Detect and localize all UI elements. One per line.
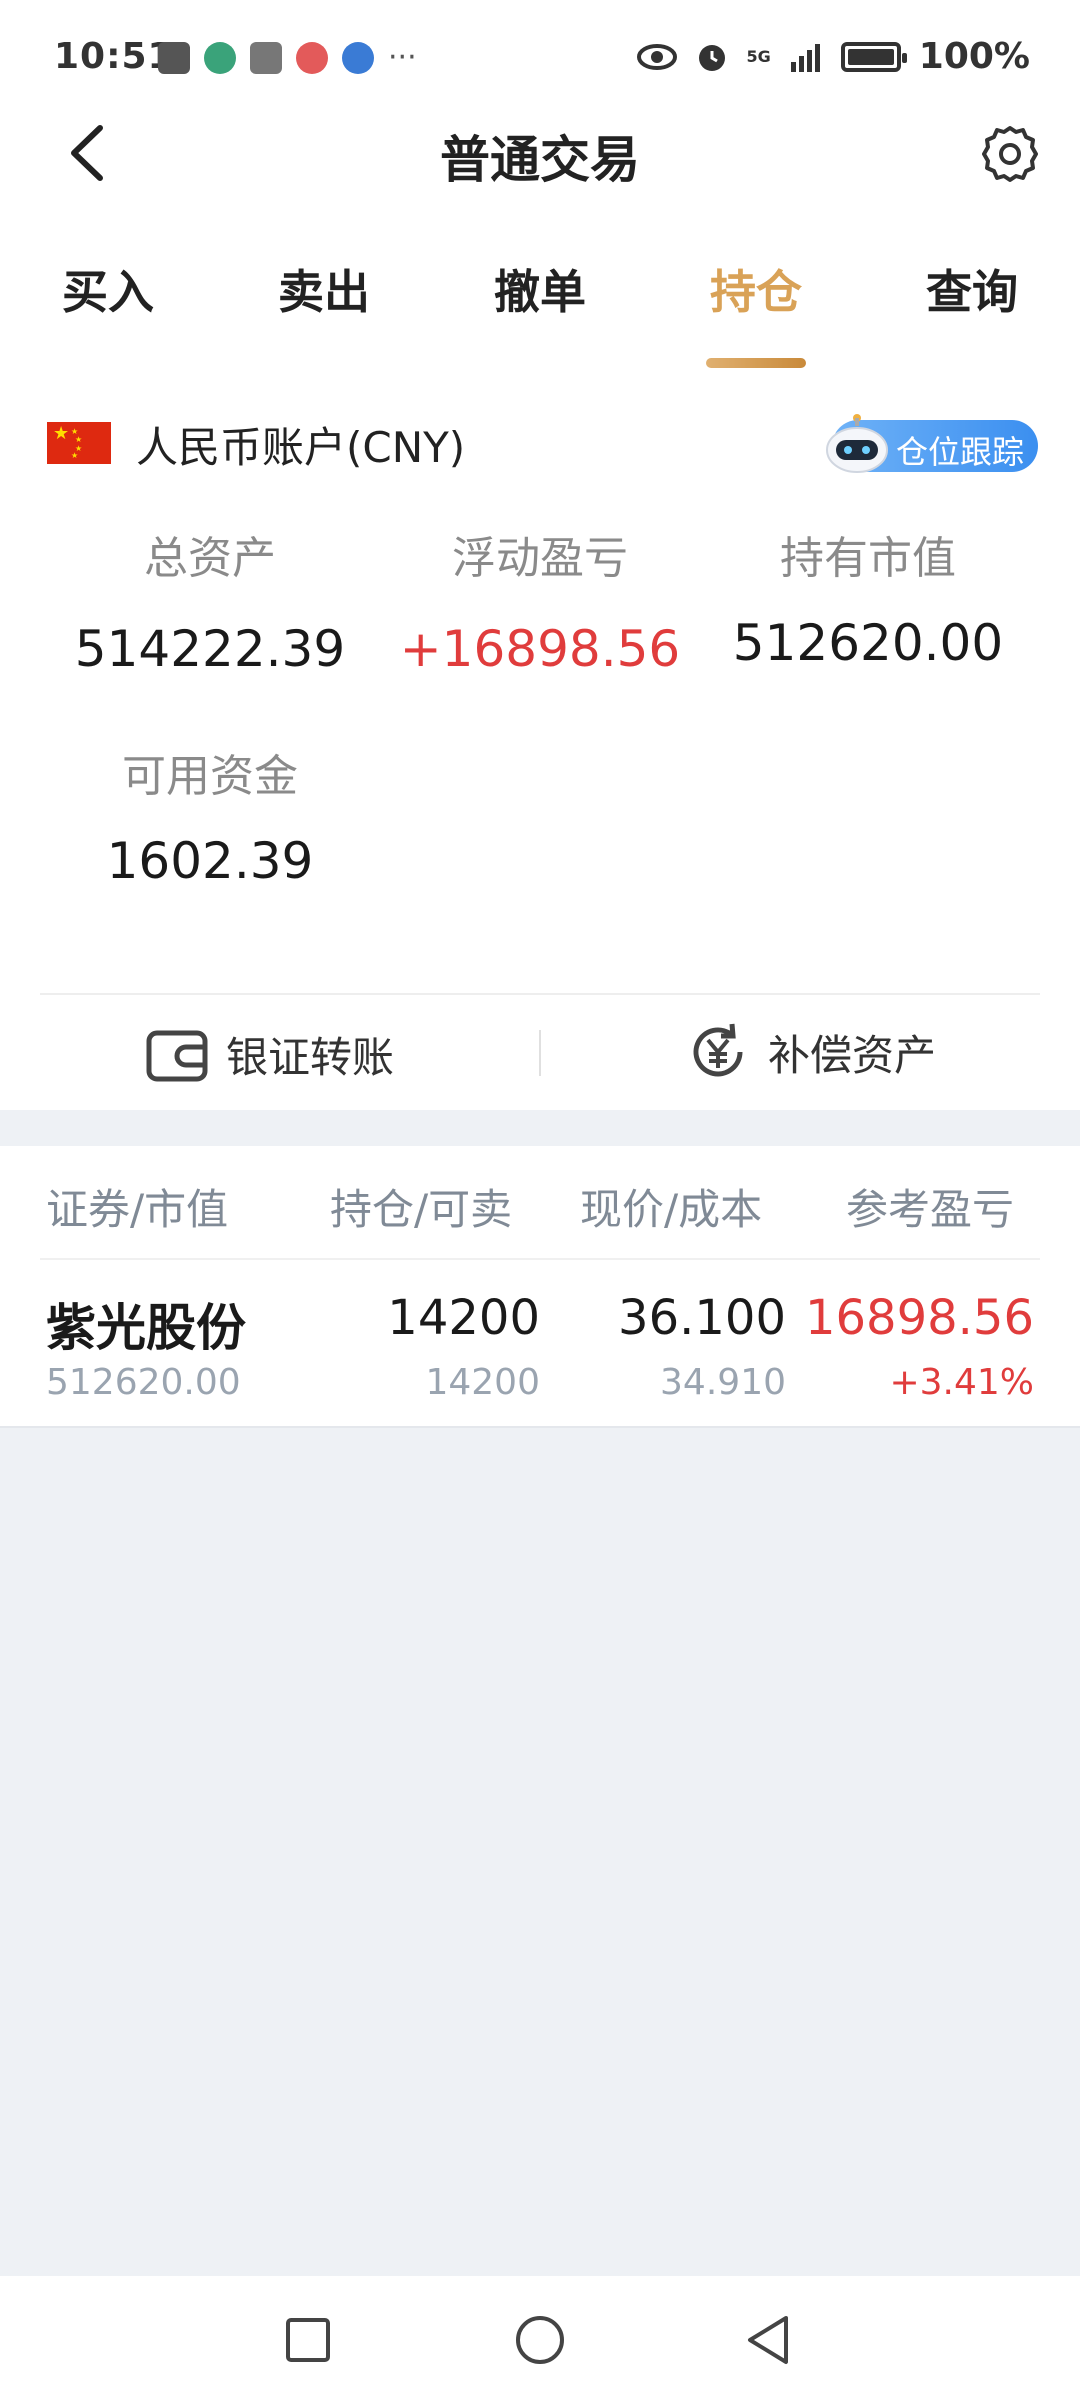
reference-pl: 16898.56 [804, 1290, 1034, 1346]
floating-pl-label: 浮动盈亏 [452, 533, 628, 584]
tab-sell[interactable]: 卖出 [244, 256, 404, 322]
reference-pl-percent: +3.41% [889, 1362, 1034, 1403]
wallet-app-icon [204, 41, 236, 74]
signal-icon [790, 43, 820, 72]
action-separator [539, 1030, 541, 1076]
empty-area [0, 1426, 1080, 2276]
gear-icon[interactable] [978, 122, 1042, 186]
status-bar: 10:51 ··· 5G 100% [0, 0, 1080, 120]
available-funds-value: 1602.39 [106, 832, 314, 890]
market-value-value: 512620.00 [732, 614, 1004, 672]
alarm-icon [698, 44, 725, 71]
system-nav-bar [0, 2276, 1080, 2388]
map-pin-icon [296, 41, 328, 74]
robot-icon[interactable] [822, 410, 892, 480]
total-assets-label: 总资产 [144, 533, 276, 584]
table-row[interactable]: 紫光股份 512620.00 14200 14200 36.100 34.910… [0, 1262, 1080, 1426]
battery-level: 100% [918, 36, 1030, 77]
network-type: 5G [746, 47, 771, 66]
china-flag-icon: ★ ★ ★ ★ ★ [47, 422, 111, 464]
sellable-quantity: 14200 [425, 1362, 540, 1403]
divider [40, 993, 1040, 995]
tab-buy[interactable]: 买入 [28, 256, 188, 322]
home-icon[interactable] [514, 2314, 566, 2366]
battery-icon [840, 41, 907, 72]
bank-transfer-button[interactable]: 银证转账 [146, 1024, 394, 1085]
total-assets-value: 514222.39 [74, 620, 346, 678]
page-title: 普通交易 [440, 131, 640, 189]
planet-icon [342, 41, 374, 74]
cost-price: 34.910 [660, 1362, 786, 1403]
position-quantity: 14200 [387, 1290, 540, 1346]
notification-icons: ··· [158, 40, 417, 75]
tab-query[interactable]: 查询 [892, 256, 1052, 322]
current-price: 36.100 [618, 1290, 786, 1346]
gift-icon [158, 41, 190, 74]
header-security-value: 证券/市值 [46, 1185, 229, 1234]
section-spacer [0, 1110, 1080, 1146]
active-tab-indicator [706, 358, 806, 368]
header-price-cost: 现价/成本 [580, 1185, 763, 1234]
header-divider [40, 1258, 1040, 1260]
yuan-refresh-icon [693, 1023, 743, 1077]
feather-icon [250, 41, 282, 74]
position-tracking-label: 仓位跟踪 [896, 433, 1025, 471]
floating-pl-value: +16898.56 [399, 620, 681, 678]
header-position-sellable: 持仓/可卖 [330, 1185, 513, 1234]
stock-name: 紫光股份 [46, 1299, 246, 1357]
market-value-label: 持有市值 [780, 533, 956, 584]
compensation-assets-label: 补偿资产 [768, 1030, 937, 1080]
eye-icon [636, 43, 677, 70]
wallet-icon [146, 1030, 208, 1081]
stock-market-value: 512620.00 [46, 1362, 241, 1403]
compensation-assets-button[interactable]: 补偿资产 [686, 1020, 936, 1084]
account-label: 人民币账户(CNY) [136, 423, 466, 472]
more-icon: ··· [388, 40, 417, 75]
trade-tabs: 买入 卖出 撤单 持仓 查询 [0, 256, 1080, 356]
recent-apps-icon[interactable] [284, 2316, 332, 2364]
header-reference-pl: 参考盈亏 [846, 1185, 1015, 1234]
tab-position[interactable]: 持仓 [676, 256, 836, 322]
bank-transfer-label: 银证转账 [226, 1033, 395, 1082]
status-right: 5G 100% [636, 36, 1030, 77]
available-funds-label: 可用资金 [122, 751, 298, 802]
status-time: 10:51 [54, 36, 174, 77]
tab-cancel[interactable]: 撤单 [460, 256, 620, 322]
back-nav-icon[interactable] [744, 2314, 794, 2366]
